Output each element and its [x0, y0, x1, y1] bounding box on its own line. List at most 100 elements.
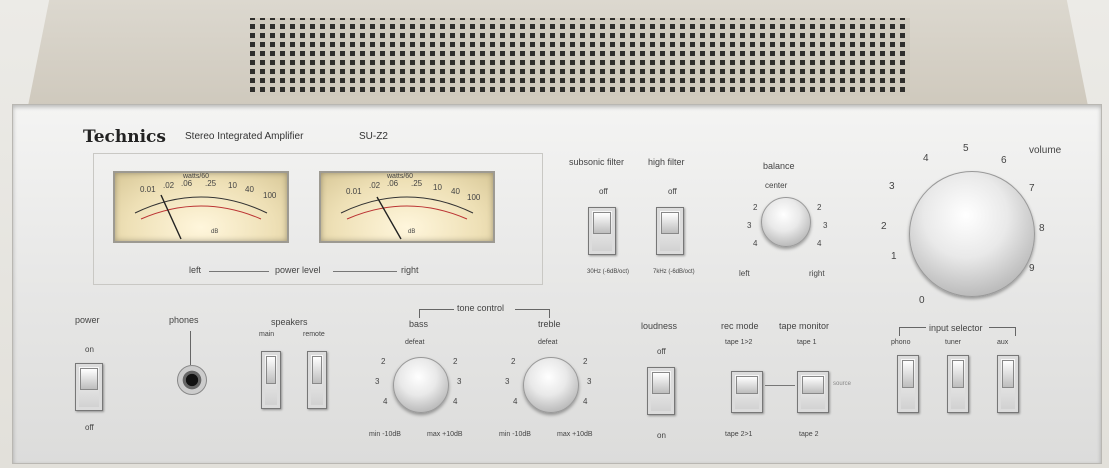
left-meter-face: [134, 194, 268, 240]
treble-tick-r4: 4: [583, 397, 588, 406]
volume-knob[interactable]: [909, 171, 1035, 297]
left-meter-db: dB: [211, 229, 219, 235]
headphone-jack[interactable]: [177, 365, 207, 395]
subsonic-filter-switch[interactable]: [588, 207, 616, 255]
right-meter-scale-4: .25: [411, 179, 423, 188]
volume-tick-1: 1: [891, 251, 897, 262]
speakers-remote-switch[interactable]: [307, 351, 327, 409]
ventilation-grille-rows: [250, 18, 910, 96]
bass-knob[interactable]: [393, 357, 449, 413]
left-meter-scale-3: .06: [181, 179, 193, 188]
volume-tick-7: 7: [1029, 183, 1035, 194]
right-meter-scale-6: 40: [451, 187, 460, 196]
tone-control-label: tone control: [457, 303, 505, 313]
high-filter-off-label: off: [668, 187, 677, 196]
phones-label: phones: [169, 315, 199, 325]
speakers-main-label: main: [259, 331, 275, 338]
balance-tick-r4: 4: [817, 239, 822, 248]
right-meter-scale-1: 0.01: [346, 187, 362, 196]
right-meter-scale-5: 10: [433, 183, 442, 192]
tape-monitor-source-label: source: [833, 381, 852, 387]
volume-tick-2: 2: [881, 221, 887, 232]
bass-tick-l2: 2: [381, 357, 386, 366]
bass-tick-r2: 2: [453, 357, 458, 366]
speakers-remote-label: remote: [303, 331, 325, 338]
volume-tick-6: 6: [1001, 155, 1007, 166]
treble-tick-l3: 3: [505, 377, 510, 386]
rec-mode-switch[interactable]: [731, 371, 763, 413]
bass-min-label: min -10dB: [369, 431, 401, 438]
volume-tick-8: 8: [1039, 223, 1045, 234]
loudness-label: loudness: [641, 321, 678, 331]
bass-defeat-label: defeat: [405, 339, 425, 346]
right-power-meter: [319, 171, 495, 243]
speakers-main-switch[interactable]: [261, 351, 281, 409]
volume-label: volume: [1029, 145, 1062, 156]
meter-center-label: power level: [275, 265, 321, 275]
balance-tick-l3: 3: [747, 221, 752, 230]
tape-monitor-switch[interactable]: [797, 371, 829, 413]
rec-mode-top-label: tape 1>2: [725, 339, 753, 346]
input-bracket-left: [899, 327, 926, 336]
right-meter-scale-2: .02: [369, 181, 381, 190]
balance-left-label: left: [739, 269, 750, 278]
treble-knob[interactable]: [523, 357, 579, 413]
bass-tick-r4: 4: [453, 397, 458, 406]
rec-mode-label: rec mode: [721, 321, 759, 331]
rec-mode-link-line: [765, 385, 795, 386]
right-meter-scale-7: 100: [467, 193, 481, 202]
treble-tick-l4: 4: [513, 397, 518, 406]
product-subtitle: Stereo Integrated Amplifier: [185, 131, 304, 142]
input-aux-button[interactable]: [997, 355, 1019, 413]
left-meter-scale-1: 0.01: [140, 185, 156, 194]
balance-knob[interactable]: [761, 197, 811, 247]
treble-min-label: min -10dB: [499, 431, 531, 438]
subsonic-spec: 30Hz (-6dB/oct): [587, 269, 630, 275]
loudness-on-label: on: [657, 431, 666, 440]
treble-max-label: max +10dB: [557, 431, 593, 438]
left-meter-scale-2: .02: [163, 181, 175, 190]
tape-monitor-label: tape monitor: [779, 321, 830, 331]
volume-tick-9: 9: [1029, 263, 1035, 274]
loudness-switch[interactable]: [647, 367, 675, 415]
balance-label: balance: [763, 161, 795, 171]
bass-tick-l4: 4: [383, 397, 388, 406]
balance-tick-r2: 2: [817, 203, 822, 212]
right-meter-scale-3: .06: [387, 179, 399, 188]
loudness-off-label: off: [657, 347, 666, 356]
power-label: power: [75, 315, 100, 325]
meter-left-label: left: [189, 265, 202, 275]
volume-tick-4: 4: [923, 153, 929, 164]
right-meter-face: [340, 196, 474, 240]
right-meter-db: dB: [408, 229, 416, 235]
input-phono-button[interactable]: [897, 355, 919, 413]
model-number: SU-Z2: [359, 131, 388, 142]
amplifier-photo: Technics Stereo Integrated Amplifier SU-…: [0, 0, 1109, 468]
high-filter-switch[interactable]: [656, 207, 684, 255]
bass-tick-r3: 3: [457, 377, 462, 386]
balance-right-label: right: [809, 269, 825, 278]
volume-tick-0: 0: [919, 295, 925, 306]
input-tuner-label: tuner: [945, 339, 961, 346]
treble-label: treble: [538, 319, 561, 329]
power-switch[interactable]: [75, 363, 103, 411]
left-meter-scale-6: 40: [245, 185, 254, 194]
bass-label: bass: [409, 319, 429, 329]
balance-tick-l4: 4: [753, 239, 758, 248]
treble-tick-r2: 2: [583, 357, 588, 366]
treble-tick-r3: 3: [587, 377, 592, 386]
volume-tick-3: 3: [889, 181, 895, 192]
input-tuner-button[interactable]: [947, 355, 969, 413]
volume-tick-5: 5: [963, 143, 969, 154]
balance-center-label: center: [765, 181, 788, 190]
left-meter-scale-7: 100: [263, 191, 277, 200]
treble-defeat-label: defeat: [538, 339, 558, 346]
subsonic-off-label: off: [599, 187, 608, 196]
subsonic-filter-label: subsonic filter: [569, 157, 625, 167]
left-meter-scale-4: .25: [205, 179, 217, 188]
meter-label-rule-left: [209, 271, 269, 272]
tone-bracket-right: [515, 309, 550, 318]
rec-mode-bottom-label: tape 2>1: [725, 431, 753, 438]
left-meter-scale-5: 10: [228, 181, 237, 190]
input-phono-label: phono: [891, 339, 911, 346]
